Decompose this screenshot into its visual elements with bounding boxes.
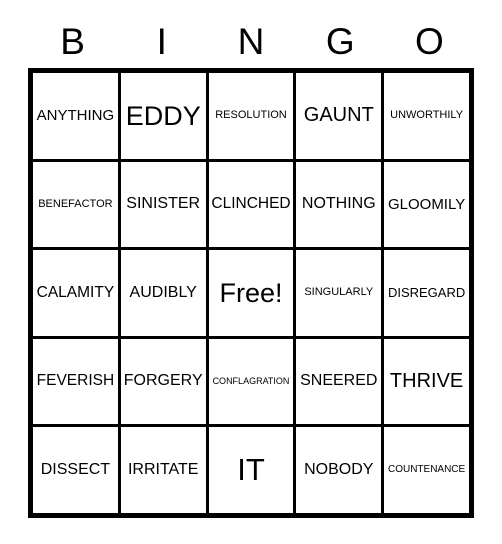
bingo-cell[interactable]: GAUNT (296, 73, 382, 159)
bingo-card: B I N G O ANYTHING EDDY RESOLUTION GAUNT UNW… (0, 0, 502, 544)
bingo-cell-label: THRIVE (389, 370, 464, 393)
bingo-cell-label: CLINCHED (211, 195, 291, 213)
bingo-cell-label: SINISTER (126, 194, 201, 212)
bingo-cell[interactable]: CLINCHED (208, 161, 294, 248)
bingo-cell[interactable]: BENEFACTOR (33, 161, 118, 248)
bingo-cell-label: NOBODY (304, 460, 374, 478)
header-letter-i: I (156, 20, 167, 62)
bingo-cell[interactable]: NOBODY (296, 427, 382, 513)
bingo-cell-label: ANYTHING (36, 106, 115, 124)
bingo-cell[interactable]: FORGERY (120, 338, 206, 425)
bingo-cell[interactable]: UNWORTHILY (384, 73, 469, 159)
header-letter-o: O (415, 20, 444, 62)
bingo-cell-label: EDDY (125, 100, 201, 131)
bingo-cell-label: FEVERISH (36, 372, 115, 390)
bingo-cell-label: UNWORTHILY (390, 109, 464, 122)
header-letter-b: B (60, 20, 85, 62)
bingo-cell[interactable]: CALAMITY (33, 250, 118, 336)
bingo-cell[interactable]: COUNTENANCE (384, 427, 469, 513)
bingo-cell-label: DISSECT (40, 460, 111, 478)
bingo-cell-label: RESOLUTION (215, 109, 287, 122)
bingo-cell[interactable]: EDDY (120, 73, 206, 159)
bingo-cell-label: DISREGARD (387, 285, 466, 301)
bingo-grid: ANYTHING EDDY RESOLUTION GAUNT UNWORTHILY BEN… (28, 68, 474, 518)
bingo-cell[interactable]: ANYTHING (33, 73, 118, 159)
bingo-cell[interactable]: SINISTER (120, 161, 206, 248)
bingo-cell[interactable]: THRIVE (384, 338, 469, 425)
bingo-cell-label: CONFLAGRATION (212, 375, 290, 386)
bingo-cell[interactable]: IRRITATE (120, 427, 206, 513)
header-letter-n: N (237, 20, 265, 62)
bingo-free-space[interactable]: Free! (208, 250, 294, 336)
bingo-cell-label: SINGULARLY (304, 286, 374, 299)
bingo-cell-label: BENEFACTOR (38, 197, 113, 210)
bingo-header: B I N G O (28, 14, 474, 68)
bingo-cell-label: GLOOMILY (387, 195, 466, 213)
bingo-cell-label: SNEERED (300, 372, 378, 390)
bingo-cell-label: NOTHING (301, 194, 376, 212)
bingo-cell-label: Free! (219, 277, 283, 308)
bingo-cell-label: AUDIBLY (129, 283, 197, 301)
bingo-cell[interactable]: GLOOMILY (384, 161, 469, 248)
bingo-cell[interactable]: SNEERED (296, 338, 382, 425)
bingo-cell-label: CALAMITY (36, 283, 115, 301)
bingo-cell[interactable]: IT (208, 427, 294, 513)
bingo-cell[interactable]: NOTHING (296, 161, 382, 248)
bingo-cell[interactable]: RESOLUTION (208, 73, 294, 159)
bingo-cell[interactable]: FEVERISH (33, 338, 118, 425)
header-letter-g: G (325, 20, 355, 62)
bingo-cell[interactable]: AUDIBLY (120, 250, 206, 336)
bingo-cell[interactable]: DISSECT (33, 427, 118, 513)
bingo-cell-label: FORGERY (123, 372, 203, 390)
bingo-cell-label: GAUNT (303, 104, 374, 127)
bingo-cell-label: IT (237, 451, 265, 487)
bingo-cell-label: IRRITATE (127, 460, 199, 478)
bingo-cell[interactable]: DISREGARD (384, 250, 469, 336)
bingo-cell[interactable]: SINGULARLY (296, 250, 382, 336)
bingo-cell[interactable]: CONFLAGRATION (208, 338, 294, 425)
bingo-cell-label: COUNTENANCE (387, 463, 466, 475)
